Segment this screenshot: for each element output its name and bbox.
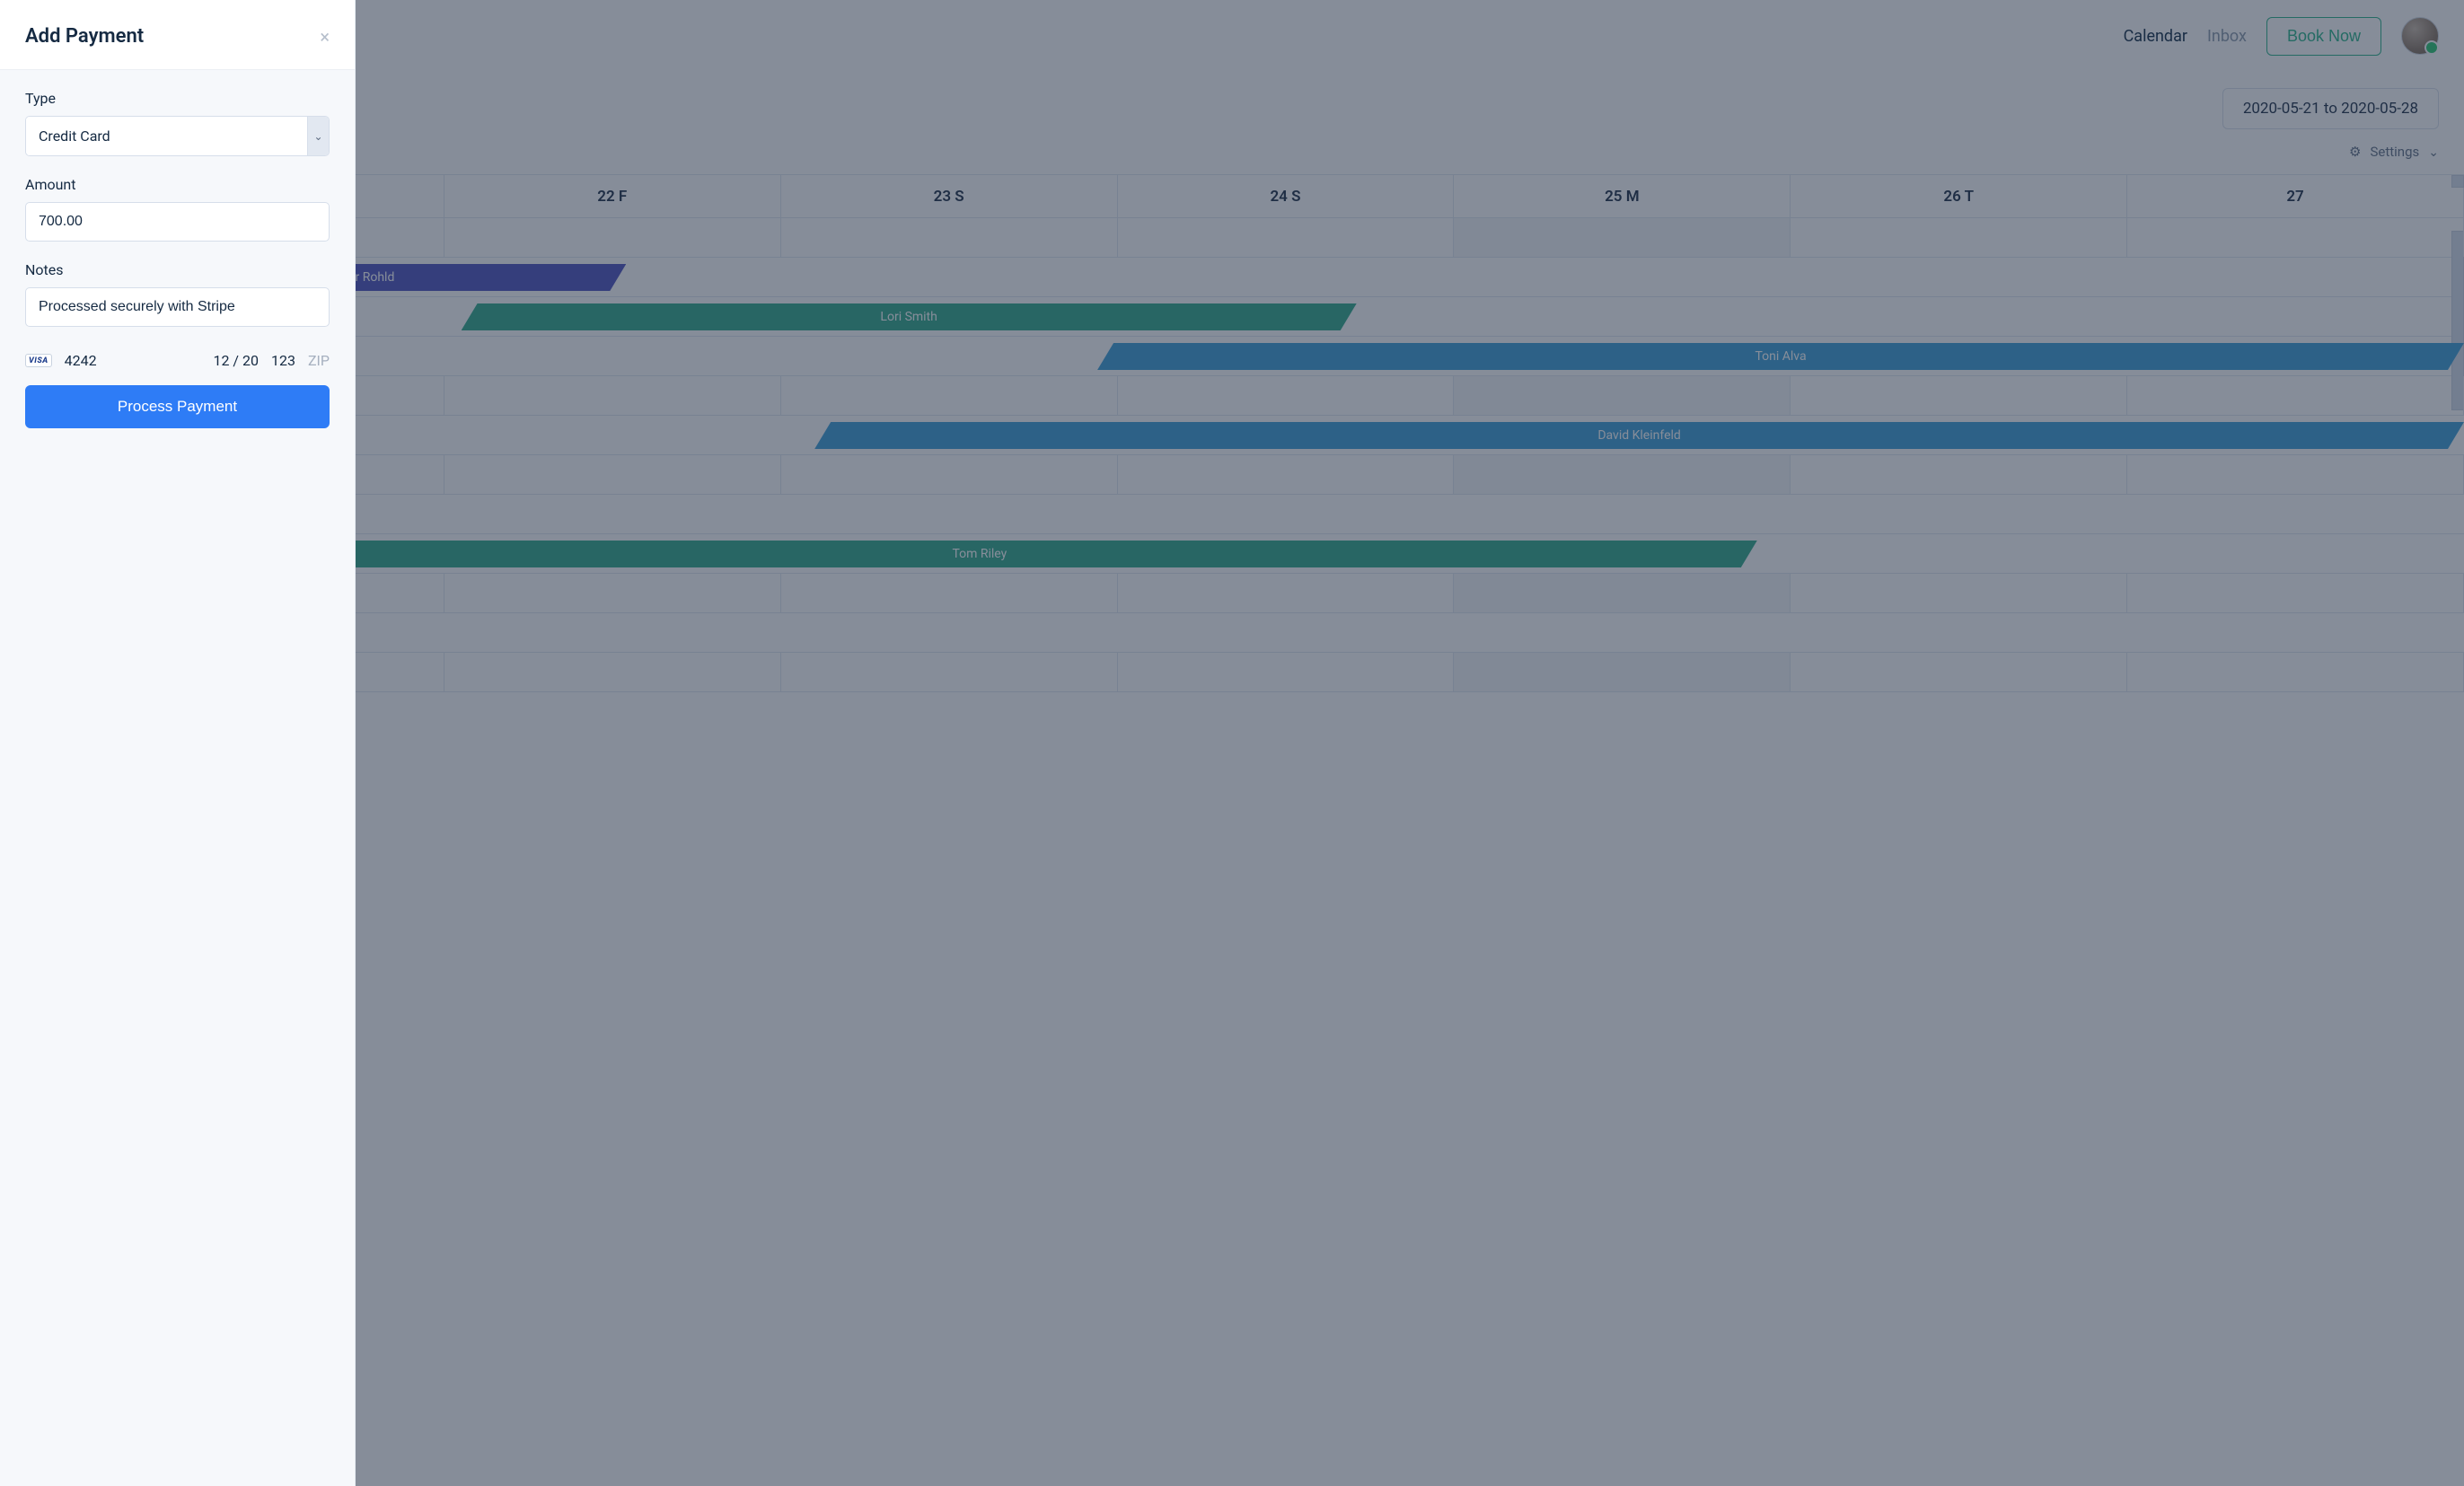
event-bar[interactable]: Lori Smith [462, 303, 1357, 330]
close-icon[interactable]: × [320, 26, 330, 48]
amount-label: Amount [25, 176, 330, 193]
scroll-up-icon[interactable] [2451, 175, 2464, 188]
add-payment-panel: Add Payment × Type Credit Card ⌄ Amount … [0, 0, 356, 1486]
topbar: Calendar Inbox Book Now [0, 0, 2464, 72]
table-row: Toni Alva [0, 337, 2464, 376]
date-range-picker[interactable]: 2020-05-21 to 2020-05-28 [2222, 88, 2439, 129]
type-select-value: Credit Card [26, 117, 307, 155]
type-select[interactable]: Credit Card ⌄ [25, 116, 330, 156]
table-row [0, 455, 2464, 495]
table-row: Har Rohld [0, 258, 2464, 297]
table-row [0, 613, 2464, 653]
process-payment-button[interactable]: Process Payment [25, 385, 330, 428]
chevron-down-icon [2424, 144, 2439, 160]
card-last4: 4242 [65, 352, 97, 369]
avatar[interactable] [2401, 17, 2439, 55]
event-bar[interactable]: Tom Riley [202, 541, 1757, 567]
table-row [0, 574, 2464, 613]
notes-label: Notes [25, 261, 330, 278]
nav-inbox[interactable]: Inbox [2207, 27, 2247, 46]
table-row [0, 376, 2464, 416]
event-bar[interactable]: David Kleinfeld [814, 422, 2464, 449]
table-row [0, 653, 2464, 692]
card-expiry: 12 / 20 [213, 352, 259, 369]
day-header: 25 M [1454, 175, 1791, 218]
gear-icon [2349, 144, 2364, 160]
panel-title: Add Payment [25, 25, 144, 48]
event-bar[interactable]: Toni Alva [1097, 343, 2464, 370]
notes-input[interactable] [25, 287, 330, 327]
calendar-background: Calendar Inbox Book Now 2020-05-21 to 20… [0, 0, 2464, 1486]
settings-link[interactable]: Settings [2370, 144, 2419, 160]
day-header: 22 F [444, 175, 781, 218]
day-header: 23 S [781, 175, 1118, 218]
amount-input[interactable] [25, 202, 330, 242]
date-range-bar: 2020-05-21 to 2020-05-28 [0, 72, 2464, 135]
card-zip-placeholder: ZIP [308, 352, 330, 369]
day-header: 27 [2127, 175, 2464, 218]
day-header: 24 S [1118, 175, 1455, 218]
table-row: David Kleinfeld [0, 416, 2464, 455]
visa-icon: VISA [25, 354, 52, 367]
card-input-row[interactable]: VISA 4242 12 / 20 123 ZIP [25, 347, 330, 385]
table-row [0, 218, 2464, 258]
timeline: 21 T 22 F 23 S 24 S 25 M 26 T 27 [0, 174, 2464, 692]
day-headers: 21 T 22 F 23 S 24 S 25 M 26 T 27 [0, 175, 2464, 218]
nav-calendar[interactable]: Calendar [2124, 27, 2187, 46]
chevron-down-icon[interactable]: ⌄ [307, 117, 329, 155]
book-now-button[interactable]: Book Now [2266, 17, 2381, 56]
timeline-rows: Har Rohld Lori Smith Toni Alva [0, 218, 2464, 692]
day-header: 26 T [1791, 175, 2127, 218]
table-row: Tom Riley [0, 534, 2464, 574]
type-label: Type [25, 90, 330, 107]
card-cvc: 123 [271, 352, 295, 369]
table-row [0, 495, 2464, 534]
settings-bar: Settings [0, 135, 2464, 174]
table-row: Lori Smith [0, 297, 2464, 337]
